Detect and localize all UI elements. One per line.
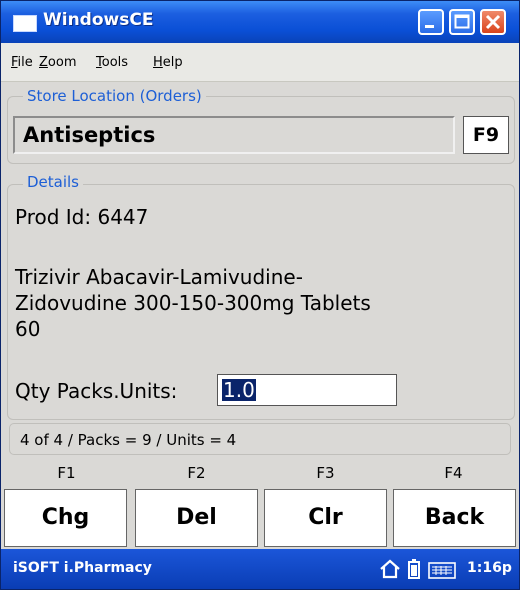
f9-lookup-button[interactable]: F9	[463, 116, 509, 154]
battery-icon[interactable]	[408, 559, 420, 579]
clr-button[interactable]: Clr	[264, 489, 387, 547]
keyboard-icon[interactable]	[428, 562, 456, 579]
close-icon	[485, 14, 501, 30]
window-title: WindowsCE	[43, 10, 154, 30]
menu-bar: File Zoom Tools Help	[1, 43, 519, 82]
qty-label: Qty Packs.Units:	[15, 379, 178, 403]
store-location-legend: Store Location (Orders)	[23, 87, 206, 105]
home-icon[interactable]	[380, 559, 400, 579]
minimize-icon	[425, 25, 434, 28]
taskbar: iSOFT i.Pharmacy 1:16p	[1, 549, 519, 589]
status-text: 4 of 4 / Packs = 9 / Units = 4	[20, 431, 237, 449]
status-panel: 4 of 4 / Packs = 9 / Units = 4	[9, 423, 511, 455]
fkey-label-f2: F2	[187, 464, 206, 482]
window-icon	[13, 15, 37, 32]
fkey-label-f4: F4	[444, 464, 463, 482]
taskbar-clock[interactable]: 1:16p	[467, 560, 512, 576]
product-description-line-3: 60	[15, 317, 41, 341]
store-location-field[interactable]: Antiseptics	[13, 116, 455, 154]
menu-zoom[interactable]: Zoom	[39, 55, 76, 70]
title-bar: WindowsCE	[1, 1, 519, 43]
menu-file[interactable]: File	[11, 55, 33, 70]
qty-input[interactable]: 1.0	[217, 374, 397, 406]
app-window: WindowsCE File Zoom Tools Help Store Loc…	[0, 0, 520, 590]
soft-button-bar: Chg Del Clr Back	[1, 487, 519, 549]
function-key-labels: F1 F2 F3 F4	[1, 461, 519, 487]
del-button[interactable]: Del	[135, 489, 258, 547]
fkey-label-f1: F1	[57, 464, 76, 482]
close-button[interactable]	[480, 9, 506, 35]
chg-button[interactable]: Chg	[4, 489, 127, 547]
menu-tools[interactable]: Tools	[96, 55, 128, 70]
maximize-button[interactable]	[449, 9, 475, 35]
store-location-value: Antiseptics	[23, 123, 156, 147]
taskbar-app-name: iSOFT i.Pharmacy	[13, 560, 152, 576]
maximize-icon	[454, 14, 470, 29]
fkey-label-f3: F3	[316, 464, 335, 482]
back-button[interactable]: Back	[393, 489, 516, 547]
qty-value: 1.0	[222, 378, 256, 402]
details-legend: Details	[23, 173, 84, 191]
product-id: Prod Id: 6447	[15, 205, 149, 229]
product-description-line-2: Zidovudine 300-150-300mg Tablets	[15, 291, 371, 315]
taskbar-tray	[380, 559, 456, 579]
menu-help[interactable]: Help	[153, 55, 183, 70]
minimize-button[interactable]	[418, 9, 444, 35]
form-area: Store Location (Orders) Antiseptics F9 D…	[1, 82, 519, 461]
product-description-line-1: Trizivir Abacavir-Lamivudine-	[15, 265, 303, 289]
